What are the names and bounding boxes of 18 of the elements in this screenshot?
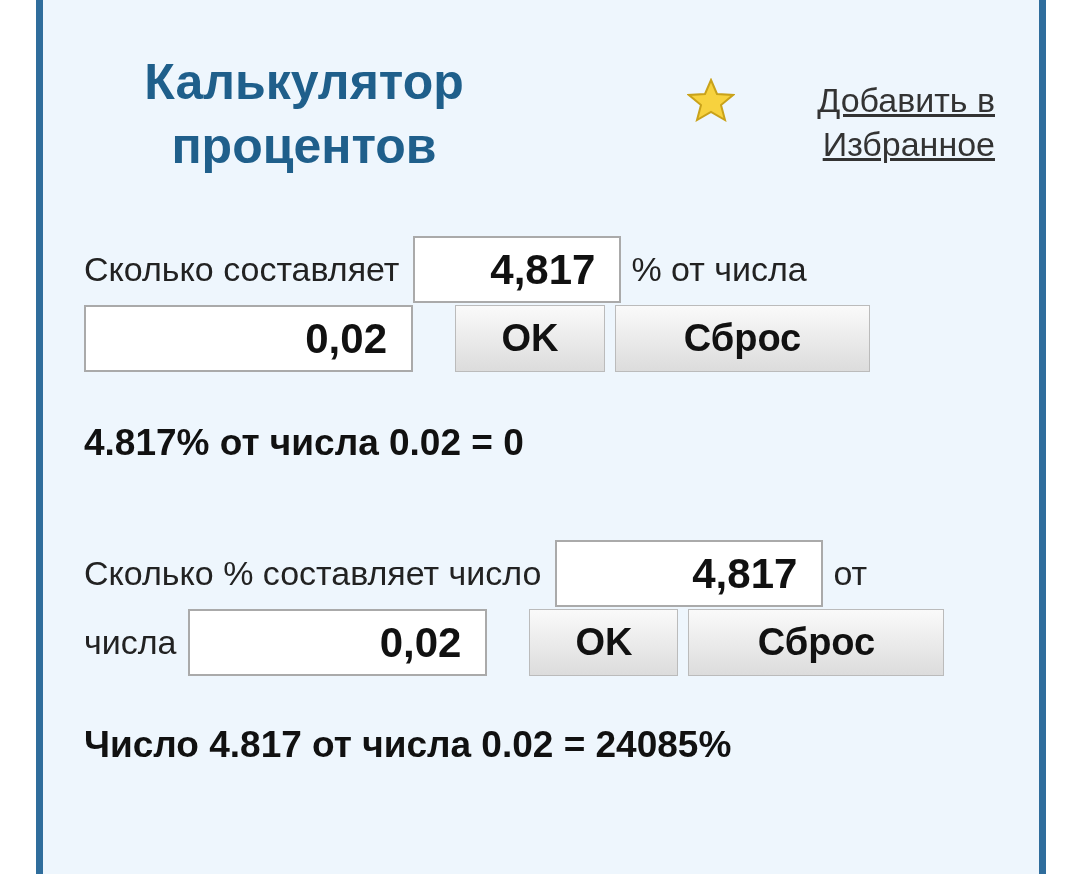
result-text: 4.817% от числа 0.02 = 0 xyxy=(84,422,525,464)
question-label: Сколько % составляет число xyxy=(84,554,542,593)
input-field[interactable]: 4,817 xyxy=(413,236,622,303)
question-label: % от числа xyxy=(631,250,807,289)
add-to-favorites-link[interactable]: Добавить в Избранное xyxy=(755,78,995,166)
reset-button[interactable]: Сброс xyxy=(688,609,945,676)
question-label: от xyxy=(833,554,868,593)
input-field[interactable]: 0,02 xyxy=(84,305,413,372)
ok-button[interactable]: OK xyxy=(455,305,605,372)
question-label: числа xyxy=(84,623,177,662)
input-field[interactable]: 0,02 xyxy=(188,609,488,676)
question-label: Сколько составляет xyxy=(84,250,400,289)
input-field[interactable]: 4,817 xyxy=(555,540,824,607)
reset-button[interactable]: Сброс xyxy=(615,305,870,372)
result-text: Число 4.817 от числа 0.02 = 24085% xyxy=(84,724,733,766)
star-icon xyxy=(687,78,735,122)
page-title: Калькулятор процентов xyxy=(143,53,465,176)
ok-button[interactable]: OK xyxy=(529,609,679,676)
